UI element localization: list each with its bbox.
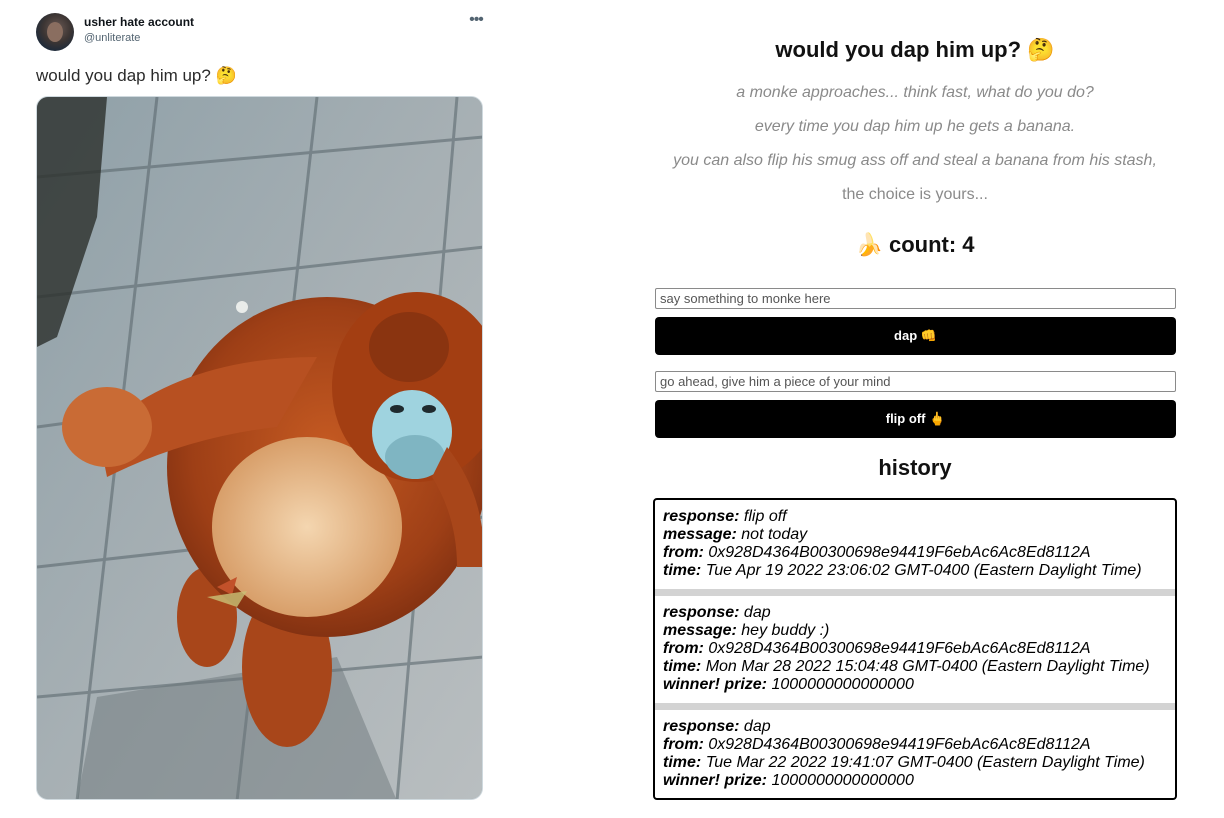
description-line-2: every time you dap him up he gets a bana… [754, 118, 1076, 135]
history-message: message: hey buddy :) [663, 622, 830, 639]
tweet-media-monkey-photo[interactable] [36, 96, 483, 800]
flip-off-button[interactable]: flip off 🖕 [655, 400, 1176, 438]
avatar[interactable] [36, 13, 74, 51]
history-time: time: Tue Mar 22 2022 19:41:07 GMT-0400 … [663, 754, 1145, 771]
history-response: response: dap [663, 718, 771, 735]
flip-off-message-input[interactable] [655, 371, 1176, 392]
tweet-card: usher hate account @unliterate ••• would… [0, 0, 500, 818]
history-time: time: Mon Mar 28 2022 15:04:48 GMT-0400 … [663, 658, 1150, 675]
description-line-1: a monke approaches... think fast, what d… [736, 84, 1094, 101]
banana-count: 🍌 count: 4 [855, 232, 975, 257]
history-title: history [878, 455, 952, 480]
history-from: from: 0x928D4364B00300698e94419F6ebAc6Ac… [663, 640, 1091, 657]
history-prize: winner! prize: 1000000000000000 [663, 772, 914, 789]
monkey-photo-image [37, 97, 482, 799]
history-response: response: dap [663, 604, 771, 621]
description-line-3: you can also flip his smug ass off and s… [673, 152, 1157, 169]
history-from: from: 0x928D4364B00300698e94419F6ebAc6Ac… [663, 544, 1091, 561]
dap-button[interactable]: dap 👊 [655, 317, 1176, 355]
history-response: response: flip off [663, 508, 787, 525]
history-entry: response: dap message: hey buddy :) from… [655, 596, 1175, 710]
user-handle[interactable]: @unliterate [84, 32, 140, 44]
history-message: message: not today [663, 526, 808, 543]
user-name[interactable]: usher hate account [84, 15, 194, 29]
history-prize: winner! prize: 1000000000000000 [663, 676, 914, 693]
description-line-4: the choice is yours... [842, 186, 988, 203]
page-title: would you dap him up? 🤔 [775, 37, 1055, 62]
dap-message-input[interactable] [655, 288, 1176, 309]
history-from: from: 0x928D4364B00300698e94419F6ebAc6Ac… [663, 736, 1091, 753]
history-entry: response: dap from: 0x928D4364B00300698e… [655, 710, 1175, 798]
more-horizontal-icon[interactable]: ••• [466, 10, 486, 30]
history-list[interactable]: response: flip off message: not today fr… [653, 498, 1177, 800]
tweet-text: would you dap him up? 🤔 [36, 66, 237, 85]
history-time: time: Tue Apr 19 2022 23:06:02 GMT-0400 … [663, 562, 1142, 579]
history-entry: response: flip off message: not today fr… [655, 500, 1175, 596]
